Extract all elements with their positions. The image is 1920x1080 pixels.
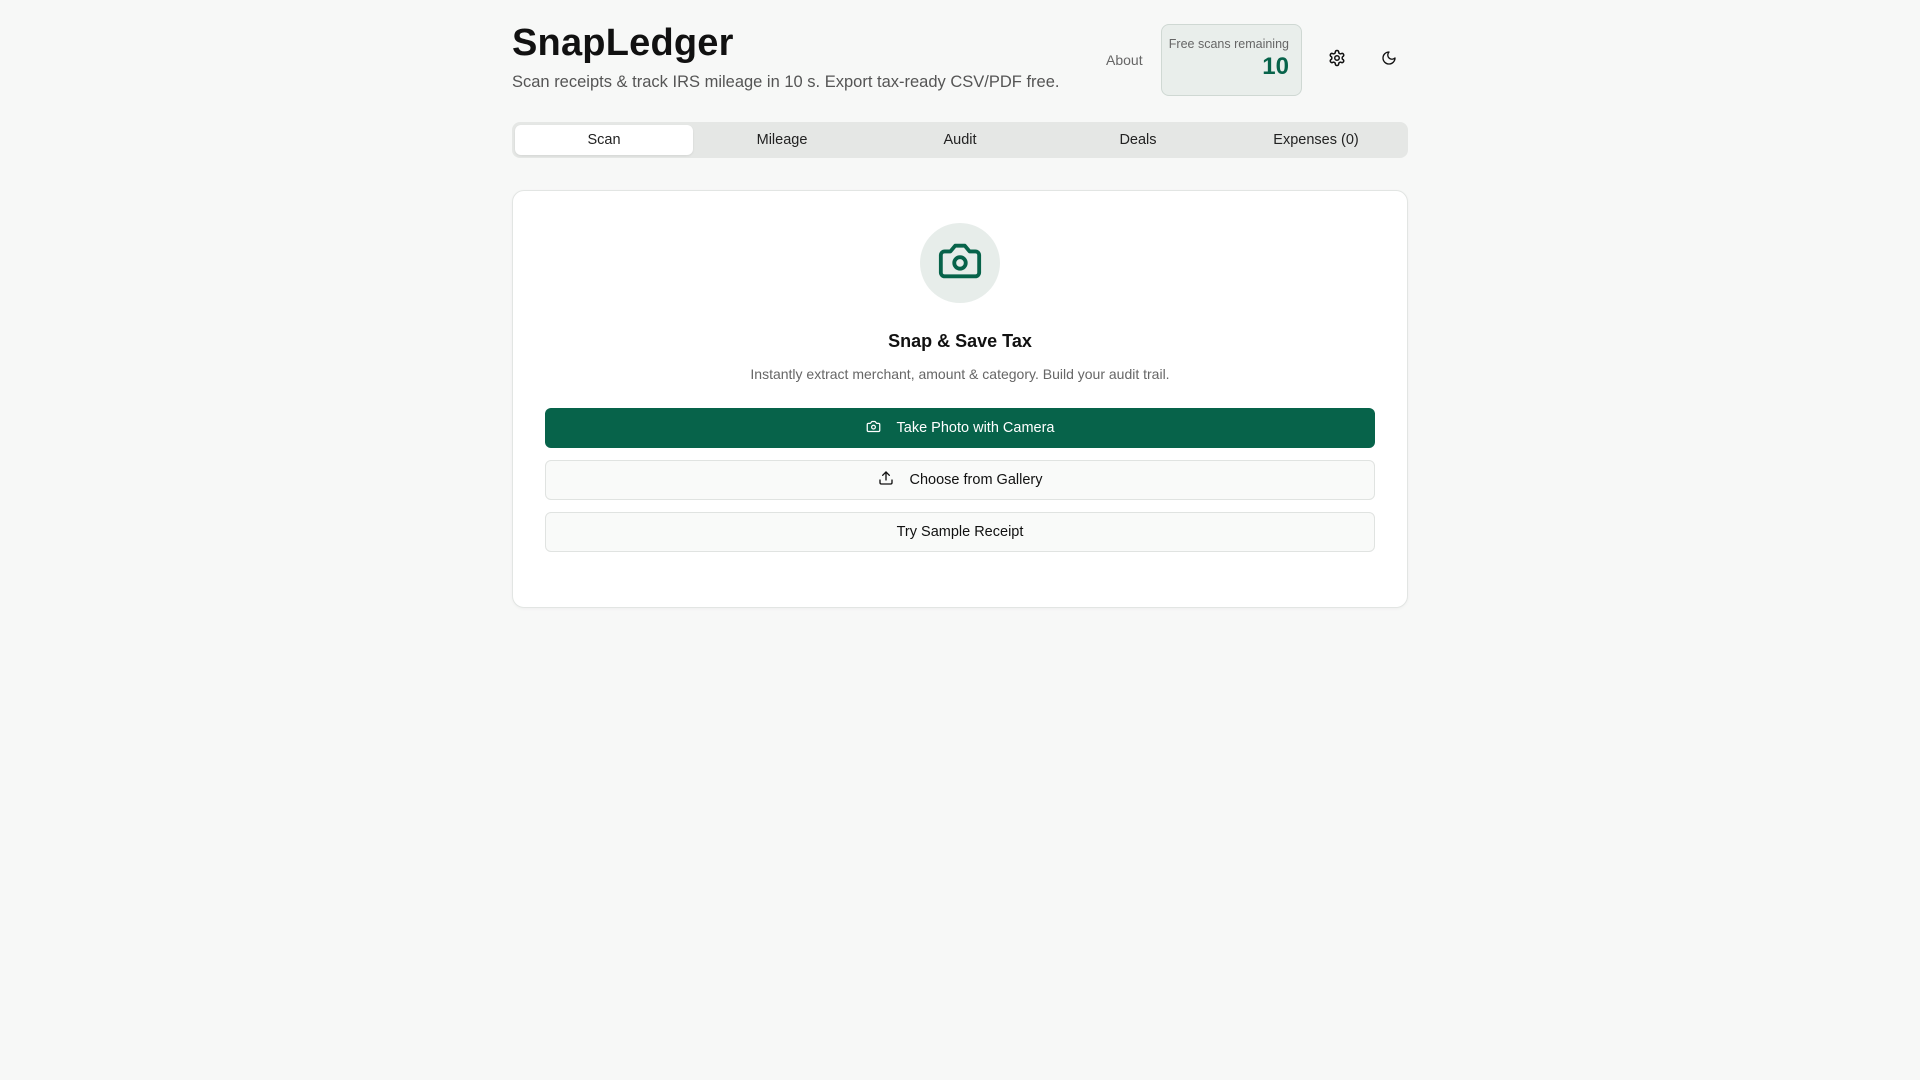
gear-icon bbox=[1328, 49, 1346, 67]
camera-badge bbox=[920, 223, 1000, 303]
free-scans-badge: Free scans remaining 10 bbox=[1161, 24, 1302, 96]
tab-mileage[interactable]: Mileage bbox=[693, 125, 871, 155]
camera-icon bbox=[937, 238, 983, 289]
scan-card-description: Instantly extract merchant, amount & cat… bbox=[750, 366, 1170, 382]
take-photo-label: Take Photo with Camera bbox=[896, 420, 1055, 436]
scan-card: Snap & Save Tax Instantly extract mercha… bbox=[512, 190, 1408, 608]
app-title: SnapLedger bbox=[512, 22, 734, 64]
tab-deals[interactable]: Deals bbox=[1049, 125, 1227, 155]
try-sample-label: Try Sample Receipt bbox=[896, 524, 1024, 540]
scan-card-title: Snap & Save Tax bbox=[888, 331, 1032, 351]
theme-toggle-button[interactable] bbox=[1375, 44, 1403, 72]
about-link[interactable]: About bbox=[1106, 52, 1143, 68]
choose-gallery-label: Choose from Gallery bbox=[909, 472, 1043, 488]
choose-gallery-button[interactable]: Choose from Gallery bbox=[545, 460, 1375, 500]
tab-audit[interactable]: Audit bbox=[871, 125, 1049, 155]
app-subtitle: Scan receipts & track IRS mileage in 10 … bbox=[512, 73, 1060, 91]
camera-icon bbox=[866, 419, 881, 438]
main-tabs: Scan Mileage Audit Deals Expenses (0) bbox=[512, 122, 1408, 158]
app-header: SnapLedger Scan receipts & track IRS mil… bbox=[512, 0, 1408, 110]
moon-icon bbox=[1381, 50, 1397, 66]
free-scans-label: Free scans remaining bbox=[1168, 37, 1289, 51]
try-sample-button[interactable]: Try Sample Receipt bbox=[545, 512, 1375, 552]
free-scans-count: 10 bbox=[1262, 53, 1289, 80]
tab-expenses[interactable]: Expenses (0) bbox=[1227, 125, 1405, 155]
take-photo-button[interactable]: Take Photo with Camera bbox=[545, 408, 1375, 448]
settings-button[interactable] bbox=[1323, 44, 1351, 72]
tab-scan[interactable]: Scan bbox=[515, 125, 693, 155]
upload-icon bbox=[878, 470, 894, 490]
app-container: SnapLedger Scan receipts & track IRS mil… bbox=[512, 0, 1408, 608]
